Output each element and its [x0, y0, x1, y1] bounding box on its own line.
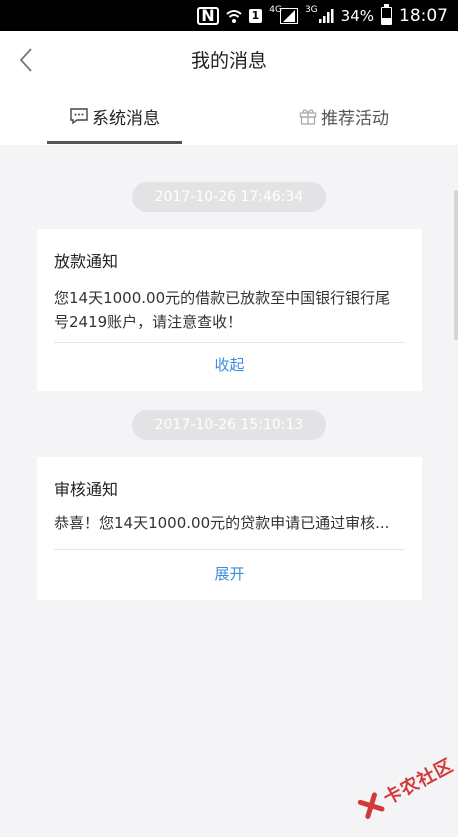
tab-label: 系统消息 [92, 108, 160, 129]
gift-icon [298, 106, 318, 126]
status-bar: N 1 4G 3G 34% 18:07 [0, 0, 458, 31]
signal-bars-icon [316, 8, 334, 24]
message-card: 放款通知 您14天1000.00元的借款已放款至中国银行银行尾号2419账户，请… [37, 229, 422, 391]
message-card: 审核通知 恭喜！您14天1000.00元的贷款申请已通过审核... 展开 [37, 457, 422, 600]
scrollbar[interactable] [454, 190, 458, 340]
tab-system-messages[interactable]: 系统消息 [0, 87, 229, 145]
app-header: 我的消息 [0, 31, 458, 87]
signal-4g: 4G [269, 5, 298, 24]
wifi-icon [225, 8, 242, 24]
clock: 18:07 [399, 5, 448, 26]
message-title: 审核通知 [54, 480, 119, 499]
nfc-icon: N [197, 6, 219, 25]
watermark-logo-icon [356, 791, 386, 821]
message-body: 恭喜！您14天1000.00元的贷款申请已通过审核... [54, 514, 390, 532]
signal-3g: 3G [305, 5, 334, 24]
message-timestamp: 2017-10-26 15:10:13 [132, 410, 326, 440]
signal-bars-icon [279, 7, 298, 24]
battery-icon [381, 3, 392, 25]
message-body: 您14天1000.00元的借款已放款至中国银行银行尾号2419账户，请注意查收！ [54, 289, 391, 331]
tab-label: 推荐活动 [321, 108, 389, 129]
message-title: 放款通知 [54, 252, 119, 271]
expand-button[interactable]: 展开 [37, 563, 422, 584]
card-divider [54, 342, 405, 343]
watermark: 卡农社区 [350, 737, 458, 833]
battery-percent: 34% [340, 6, 374, 25]
collapse-button[interactable]: 收起 [37, 354, 422, 375]
active-tab-indicator [47, 141, 182, 144]
tab-recommended-activities[interactable]: 推荐活动 [229, 87, 458, 145]
page-title: 我的消息 [190, 50, 267, 72]
sim-badge: 1 [248, 8, 263, 23]
watermark-text: 卡农社区 [380, 754, 458, 810]
chat-bubble-icon [69, 106, 89, 126]
tab-bar: 系统消息 推荐活动 [0, 87, 458, 145]
card-divider [54, 549, 405, 550]
message-timestamp: 2017-10-26 17:46:34 [132, 182, 326, 212]
